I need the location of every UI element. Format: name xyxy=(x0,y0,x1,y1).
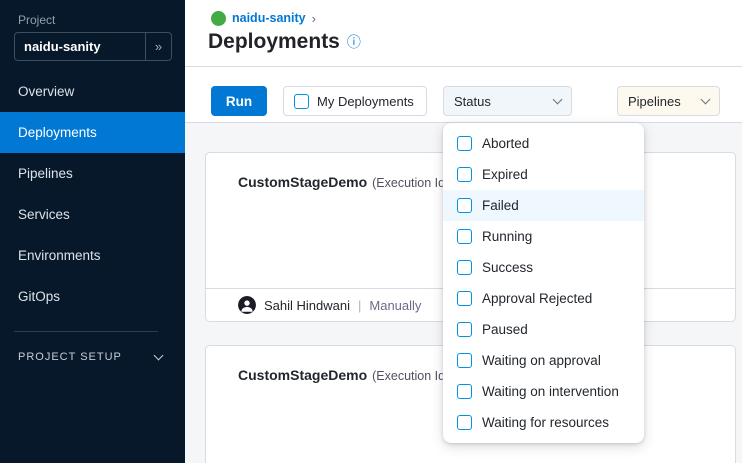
sidebar-item-services[interactable]: Services xyxy=(0,194,185,235)
project-selector[interactable]: naidu-sanity » xyxy=(14,32,172,61)
status-filter-menu: Aborted Expired Failed Running Success A… xyxy=(443,123,644,443)
deployment-card-header: CustomStageDemo (Execution Id xyxy=(238,367,445,383)
footer-separator: | xyxy=(358,298,361,313)
menu-item-checkbox[interactable] xyxy=(457,384,472,399)
menu-item-label: Waiting on intervention xyxy=(482,384,619,399)
menu-item-checkbox[interactable] xyxy=(457,167,472,182)
execution-id-text: (Execution Id xyxy=(372,369,445,383)
project-setup-toggle[interactable]: PROJECT SETUP xyxy=(18,349,162,365)
chevron-down-icon xyxy=(701,95,711,105)
user-avatar-icon xyxy=(238,296,256,314)
sidebar-item-pipelines[interactable]: Pipelines xyxy=(0,153,185,194)
menu-item-checkbox[interactable] xyxy=(457,260,472,275)
pipeline-name[interactable]: CustomStageDemo xyxy=(238,174,367,190)
my-deployments-toggle[interactable]: My Deployments xyxy=(283,86,427,116)
menu-item-checkbox[interactable] xyxy=(457,415,472,430)
breadcrumb-chevron-icon: › xyxy=(312,11,316,26)
menu-item-running[interactable]: Running xyxy=(443,221,644,252)
menu-item-label: Approval Rejected xyxy=(482,291,592,306)
status-filter-label: Status xyxy=(454,94,491,109)
triggered-by-user: Sahil Hindwani xyxy=(264,298,350,313)
sidebar-nav: Overview Deployments Pipelines Services … xyxy=(0,71,185,317)
menu-item-checkbox[interactable] xyxy=(457,136,472,151)
sidebar: Project naidu-sanity » Overview Deployme… xyxy=(0,0,185,463)
project-label: Project xyxy=(18,13,55,27)
menu-item-checkbox[interactable] xyxy=(457,353,472,368)
menu-item-label: Success xyxy=(482,260,533,275)
sidebar-item-gitops[interactable]: GitOps xyxy=(0,276,185,317)
project-setup-label: PROJECT SETUP xyxy=(18,351,122,363)
sidebar-item-environments[interactable]: Environments xyxy=(0,235,185,276)
my-deployments-label: My Deployments xyxy=(317,94,414,109)
header-divider xyxy=(185,66,742,67)
sidebar-divider xyxy=(14,331,158,332)
page-title: Deployments xyxy=(208,30,340,54)
run-button[interactable]: Run xyxy=(211,86,267,116)
pipelines-filter-dropdown[interactable]: Pipelines xyxy=(617,86,720,116)
menu-item-waiting-on-approval[interactable]: Waiting on approval xyxy=(443,345,644,376)
main-content: naidu-sanity › Deployments ⓘ Run My Depl… xyxy=(185,0,742,463)
trigger-type: Manually xyxy=(369,298,421,313)
sidebar-item-overview[interactable]: Overview xyxy=(0,71,185,112)
menu-item-failed[interactable]: Failed xyxy=(443,190,644,221)
page-title-row: Deployments ⓘ xyxy=(208,30,361,54)
pipelines-filter-label: Pipelines xyxy=(628,94,681,109)
menu-item-checkbox[interactable] xyxy=(457,322,472,337)
menu-item-label: Failed xyxy=(482,198,519,213)
menu-item-checkbox[interactable] xyxy=(457,198,472,213)
status-filter-dropdown[interactable]: Status xyxy=(443,86,572,116)
menu-item-expired[interactable]: Expired xyxy=(443,159,644,190)
menu-item-waiting-for-resources[interactable]: Waiting for resources xyxy=(443,407,644,438)
menu-item-aborted[interactable]: Aborted xyxy=(443,128,644,159)
menu-item-waiting-on-intervention[interactable]: Waiting on intervention xyxy=(443,376,644,407)
pipeline-name[interactable]: CustomStageDemo xyxy=(238,367,367,383)
menu-item-paused[interactable]: Paused xyxy=(443,314,644,345)
deployment-card-header: CustomStageDemo (Execution Id xyxy=(238,174,445,190)
project-expand-icon[interactable]: » xyxy=(145,33,171,60)
my-deployments-checkbox[interactable] xyxy=(294,94,309,109)
menu-item-checkbox[interactable] xyxy=(457,291,472,306)
app-window: Project naidu-sanity » Overview Deployme… xyxy=(0,0,742,463)
menu-item-label: Running xyxy=(482,229,532,244)
chevron-down-icon xyxy=(154,350,164,360)
menu-item-label: Paused xyxy=(482,322,528,337)
menu-item-label: Waiting on approval xyxy=(482,353,601,368)
breadcrumb-project-link[interactable]: naidu-sanity xyxy=(232,11,306,25)
execution-id-text: (Execution Id xyxy=(372,176,445,190)
menu-item-approval-rejected[interactable]: Approval Rejected xyxy=(443,283,644,314)
cd-module-icon xyxy=(211,11,226,26)
menu-item-checkbox[interactable] xyxy=(457,229,472,244)
menu-item-success[interactable]: Success xyxy=(443,252,644,283)
info-icon[interactable]: ⓘ xyxy=(347,32,361,52)
project-selector-value: naidu-sanity xyxy=(15,39,145,54)
sidebar-item-deployments[interactable]: Deployments xyxy=(0,112,185,153)
menu-item-label: Aborted xyxy=(482,136,529,151)
menu-item-label: Waiting for resources xyxy=(482,415,609,430)
chevron-down-icon xyxy=(553,95,563,105)
menu-item-label: Expired xyxy=(482,167,528,182)
breadcrumb: naidu-sanity › xyxy=(211,10,316,26)
